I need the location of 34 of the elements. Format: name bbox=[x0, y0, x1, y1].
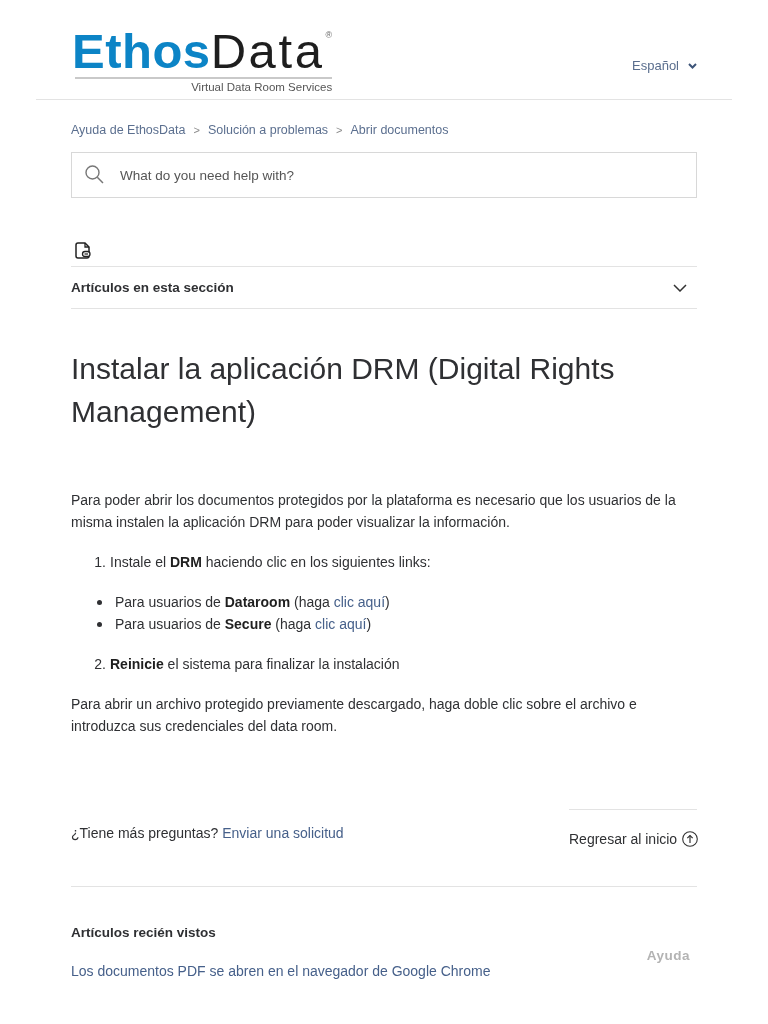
search-icon bbox=[85, 165, 104, 184]
arrow-up-circle-icon bbox=[682, 831, 699, 847]
breadcrumb-separator: > bbox=[336, 123, 343, 138]
bullet-icon bbox=[97, 599, 102, 605]
search-field[interactable]: What do you need help with? bbox=[71, 152, 697, 198]
breadcrumb-link[interactable]: Abrir documentos bbox=[350, 121, 449, 139]
list-number: 1. bbox=[93, 553, 107, 572]
section-articles-toggle[interactable]: Artículos en esta sección bbox=[71, 266, 697, 309]
paragraph: Para abrir un archivo protegido previamente descargado, haga doble clic sobre el archivo e introduzca sus credenciales del data room. bbox=[71, 695, 638, 736]
inline-link[interactable]: clic aquí bbox=[333, 594, 386, 610]
breadcrumb-link[interactable]: Ayuda de EthosData bbox=[71, 121, 186, 139]
registered-mark: ® bbox=[325, 30, 333, 40]
breadcrumb-separator: > bbox=[193, 123, 200, 138]
document-icon[interactable] bbox=[75, 242, 91, 259]
article-title: Instalar la aplicación DRM (Digital Rights Management) bbox=[71, 351, 616, 430]
language-selector[interactable]: Español bbox=[632, 57, 697, 75]
list-number: 2. bbox=[93, 655, 107, 674]
breadcrumb-link[interactable]: Solución a problemas bbox=[207, 121, 329, 139]
list-item-text: Para usuarios de Secure (haga clic aquí) bbox=[115, 615, 372, 634]
list-item-text: Instale el DRM haciendo clic en los siguientes links: bbox=[110, 553, 431, 572]
logo-tagline: Virtual Data Room Services bbox=[191, 81, 333, 94]
article-link[interactable]: Los documentos PDF se abren en el navegador de Google Chrome bbox=[71, 961, 491, 981]
logo-wordmark: EthosData bbox=[72, 27, 325, 76]
help-prompt: ¿Tiene más preguntas? Enviar una solicitud bbox=[71, 824, 344, 843]
caret-icon bbox=[688, 63, 697, 69]
section-heading: Artículos recién vistos bbox=[71, 924, 217, 942]
side-label: Ayuda bbox=[646, 947, 690, 965]
list-item-text: Para usuarios de Dataroom (haga clic aquí) bbox=[115, 593, 390, 612]
back-to-top-link[interactable]: Regresar al inicio bbox=[569, 829, 699, 849]
paragraph: Para poder abrir los documentos protegidos por la plataforma es necesario que los usuarios de la misma instalen la aplicación DRM para poder visualizar la información. bbox=[71, 491, 677, 532]
bullet-icon bbox=[97, 621, 102, 627]
submit-request-link[interactable]: Enviar una solicitud bbox=[222, 825, 344, 841]
list-item-text: Reinicie el sistema para finalizar la instalación bbox=[110, 655, 400, 674]
inline-link[interactable]: clic aquí bbox=[315, 616, 367, 632]
